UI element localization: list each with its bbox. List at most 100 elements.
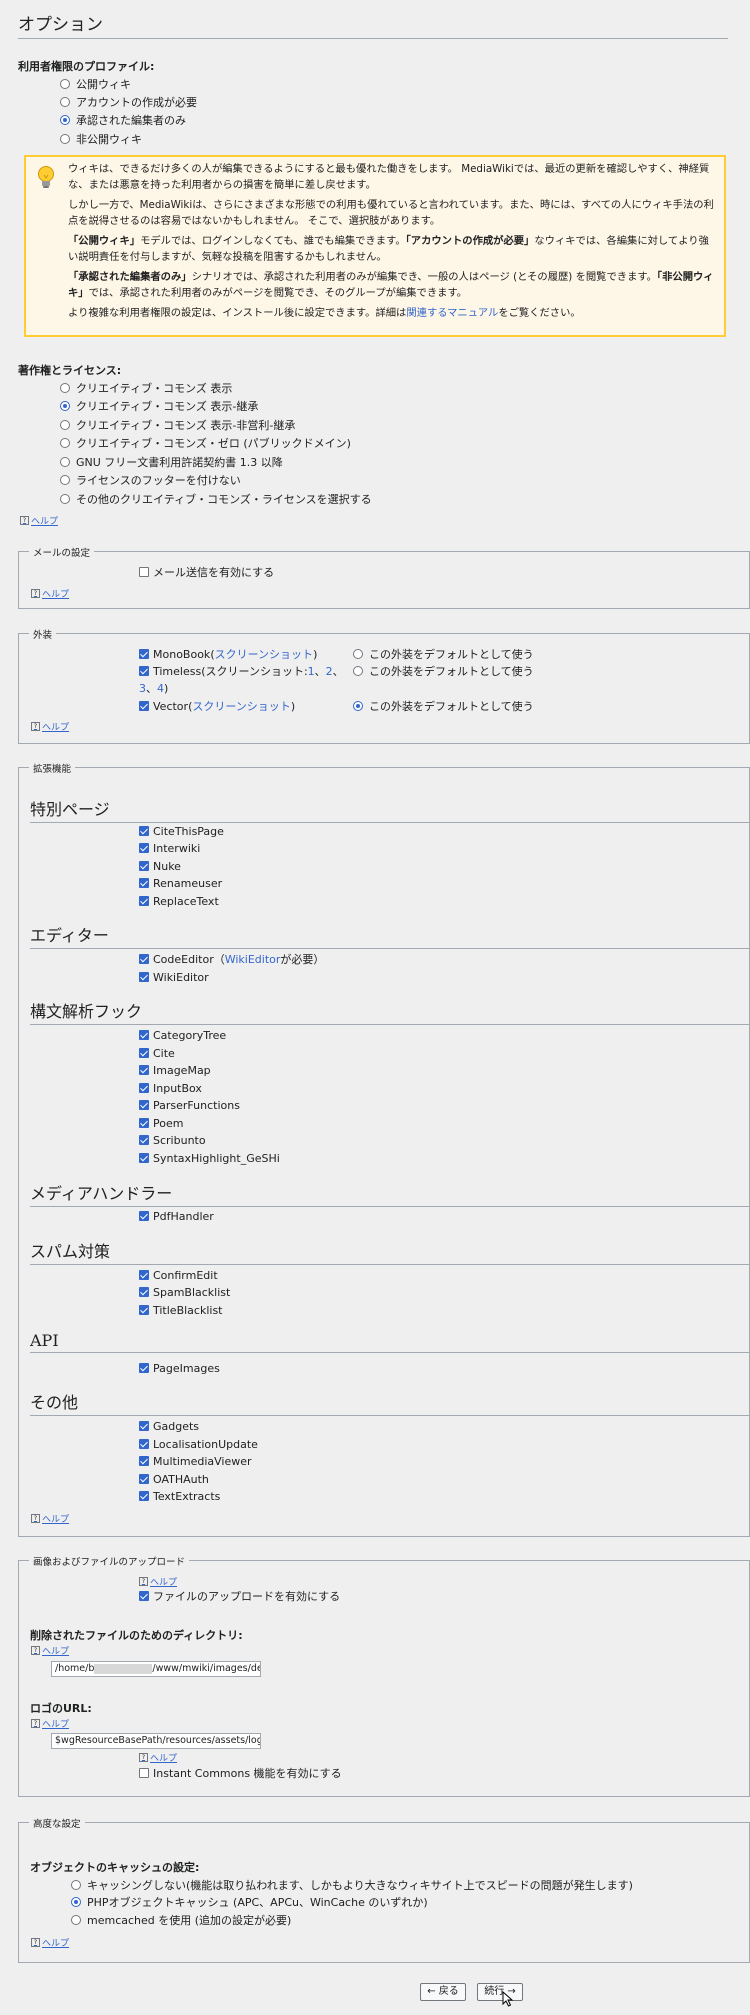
permission-option-public[interactable]: 公開ウィキ: [60, 76, 131, 92]
checkbox-checked-icon[interactable]: [139, 1100, 149, 1110]
email-enable-checkbox[interactable]: メール送信を有効にする: [139, 564, 274, 580]
skin-monobook-default-radio[interactable]: この外装をデフォルトとして使う: [353, 646, 534, 662]
ext-checkbox[interactable]: LocalisationUpdate: [139, 1436, 258, 1452]
ext-checkbox[interactable]: ParserFunctions: [139, 1097, 240, 1113]
skin-monobook-checkbox[interactable]: MonoBook (スクリーンショット): [139, 646, 317, 662]
ext-checkbox-codeeditor[interactable]: CodeEditor （WikiEditor が必要）: [139, 951, 324, 967]
checkbox-checked-icon[interactable]: [139, 1363, 149, 1373]
logo-url-input[interactable]: $wgResourceBasePath/resources/assets/log: [51, 1733, 261, 1749]
radio-icon[interactable]: [60, 97, 70, 107]
checkbox-checked-icon[interactable]: [139, 954, 149, 964]
ext-checkbox[interactable]: MultimediaViewer: [139, 1453, 252, 1469]
skin-vector-checkbox[interactable]: Vector (スクリーンショット): [139, 698, 295, 714]
ext-checkbox[interactable]: Cite: [139, 1045, 175, 1061]
checkbox-checked-icon[interactable]: [139, 1030, 149, 1040]
ext-checkbox[interactable]: SyntaxHighlight_GeSHi: [139, 1150, 280, 1166]
checkbox-checked-icon[interactable]: [139, 1491, 149, 1501]
license-option-cc-by-nc-sa[interactable]: クリエイティブ・コモンズ 表示-非営利-継承: [60, 417, 295, 433]
timeless-screenshot-1-link[interactable]: 1: [308, 665, 315, 678]
ext-checkbox[interactable]: InputBox: [139, 1080, 202, 1096]
instant-commons-help-link[interactable]: ? ヘルプ: [139, 1751, 177, 1764]
license-option-none[interactable]: ライセンスのフッターを付けない: [60, 472, 241, 488]
checkbox-checked-icon[interactable]: [139, 1439, 149, 1449]
permission-option-account[interactable]: アカウントの作成が必要: [60, 94, 197, 110]
checkbox-checked-icon[interactable]: [139, 826, 149, 836]
advanced-help-link[interactable]: ? ヘルプ: [31, 1936, 69, 1949]
license-option-cc0[interactable]: クリエイティブ・コモンズ・ゼロ (パブリックドメイン): [60, 435, 351, 451]
extensions-help-link[interactable]: ? ヘルプ: [31, 1512, 69, 1525]
license-option-other-cc[interactable]: その他のクリエイティブ・コモンズ・ライセンスを選択する: [60, 491, 372, 507]
timeless-screenshot-3-link[interactable]: 3: [139, 682, 146, 695]
enable-uploads-checkbox[interactable]: ファイルのアップロードを有効にする: [139, 1588, 340, 1604]
license-option-cc-by[interactable]: クリエイティブ・コモンズ 表示: [60, 380, 232, 396]
ext-checkbox[interactable]: OATHAuth: [139, 1471, 209, 1487]
ext-checkbox[interactable]: Gadgets: [139, 1418, 199, 1434]
checkbox-checked-icon[interactable]: [139, 843, 149, 853]
deleted-dir-help-link[interactable]: ? ヘルプ: [31, 1644, 69, 1657]
ext-checkbox[interactable]: CategoryTree: [139, 1027, 226, 1043]
checkbox-checked-icon[interactable]: [139, 878, 149, 888]
radio-selected-icon[interactable]: [60, 401, 70, 411]
radio-icon[interactable]: [60, 438, 70, 448]
cache-option-memcached[interactable]: memcached を使用 (追加の設定が必要): [71, 1912, 291, 1928]
radio-icon[interactable]: [353, 666, 363, 676]
ext-checkbox[interactable]: ReplaceText: [139, 893, 219, 909]
checkbox-checked-icon[interactable]: [139, 1591, 149, 1601]
monobook-screenshot-link[interactable]: スクリーンショット: [215, 646, 313, 662]
cache-option-none[interactable]: キャッシングしない(機能は取り払われます、しかもより大きなウィキサイト上でスピー…: [71, 1877, 633, 1893]
checkbox-checked-icon[interactable]: [139, 701, 149, 711]
instant-commons-checkbox[interactable]: Instant Commons 機能を有効にする: [139, 1765, 342, 1781]
manual-link[interactable]: 関連するマニュアル: [406, 307, 498, 319]
checkbox-checked-icon[interactable]: [139, 1048, 149, 1058]
email-help-link[interactable]: ? ヘルプ: [31, 587, 69, 600]
skin-timeless-default-radio[interactable]: この外装をデフォルトとして使う: [353, 663, 534, 679]
checkbox-checked-icon[interactable]: [139, 1456, 149, 1466]
deleted-dir-input[interactable]: /home/b/www/mwiki/images/dele: [51, 1661, 261, 1677]
checkbox-checked-icon[interactable]: [139, 1270, 149, 1280]
ext-checkbox[interactable]: Interwiki: [139, 840, 200, 856]
cache-option-php[interactable]: PHPオブジェクトキャッシュ (APC、APCu、WinCache のいずれか): [71, 1894, 428, 1910]
back-button[interactable]: ← 戻る: [420, 1983, 466, 2001]
checkbox-checked-icon[interactable]: [139, 666, 149, 676]
checkbox-checked-icon[interactable]: [139, 1065, 149, 1075]
radio-icon[interactable]: [353, 649, 363, 659]
ext-checkbox[interactable]: ConfirmEdit: [139, 1267, 218, 1283]
checkbox-checked-icon[interactable]: [139, 1305, 149, 1315]
license-option-cc-by-sa[interactable]: クリエイティブ・コモンズ 表示-継承: [60, 398, 258, 414]
ext-checkbox[interactable]: Scribunto: [139, 1132, 206, 1148]
ext-checkbox[interactable]: PdfHandler: [139, 1208, 214, 1224]
timeless-screenshot-2-link[interactable]: 2: [326, 665, 333, 678]
checkbox-checked-icon[interactable]: [139, 861, 149, 871]
vector-screenshot-link[interactable]: スクリーンショット: [192, 698, 290, 714]
ext-checkbox[interactable]: Nuke: [139, 858, 181, 874]
license-option-gfdl[interactable]: GNU フリー文書利用許諾契約書 1.3 以降: [60, 454, 283, 470]
logo-url-help-link[interactable]: ? ヘルプ: [31, 1717, 69, 1730]
uploads-help-link[interactable]: ? ヘルプ: [139, 1575, 177, 1588]
continue-button[interactable]: 続行 →: [477, 1983, 523, 2001]
ext-checkbox[interactable]: SpamBlacklist: [139, 1284, 230, 1300]
ext-checkbox[interactable]: TitleBlacklist: [139, 1302, 223, 1318]
radio-icon[interactable]: [71, 1915, 81, 1925]
radio-icon[interactable]: [60, 475, 70, 485]
license-help-link[interactable]: ? ヘルプ: [20, 514, 58, 527]
skins-help-link[interactable]: ? ヘルプ: [31, 720, 69, 733]
checkbox-checked-icon[interactable]: [139, 1421, 149, 1431]
radio-icon[interactable]: [60, 457, 70, 467]
radio-icon[interactable]: [60, 420, 70, 430]
radio-selected-icon[interactable]: [60, 115, 70, 125]
permission-option-private[interactable]: 非公開ウィキ: [60, 131, 142, 147]
wikieditor-link[interactable]: WikiEditor: [225, 953, 281, 966]
checkbox-checked-icon[interactable]: [139, 1083, 149, 1093]
radio-icon[interactable]: [60, 134, 70, 144]
ext-checkbox-wikieditor[interactable]: WikiEditor: [139, 969, 209, 985]
checkbox-checked-icon[interactable]: [139, 649, 149, 659]
skin-timeless-checkbox[interactable]: Timeless (スクリーンショット: 1、 2、: [139, 663, 344, 679]
timeless-screenshot-4-link[interactable]: 4: [157, 682, 164, 695]
checkbox-icon[interactable]: [139, 567, 149, 577]
checkbox-checked-icon[interactable]: [139, 1135, 149, 1145]
radio-icon[interactable]: [60, 383, 70, 393]
permission-option-approved[interactable]: 承認された編集者のみ: [60, 112, 186, 128]
ext-checkbox[interactable]: TextExtracts: [139, 1488, 220, 1504]
ext-checkbox[interactable]: CiteThisPage: [139, 823, 224, 839]
ext-checkbox[interactable]: Renameuser: [139, 875, 222, 891]
